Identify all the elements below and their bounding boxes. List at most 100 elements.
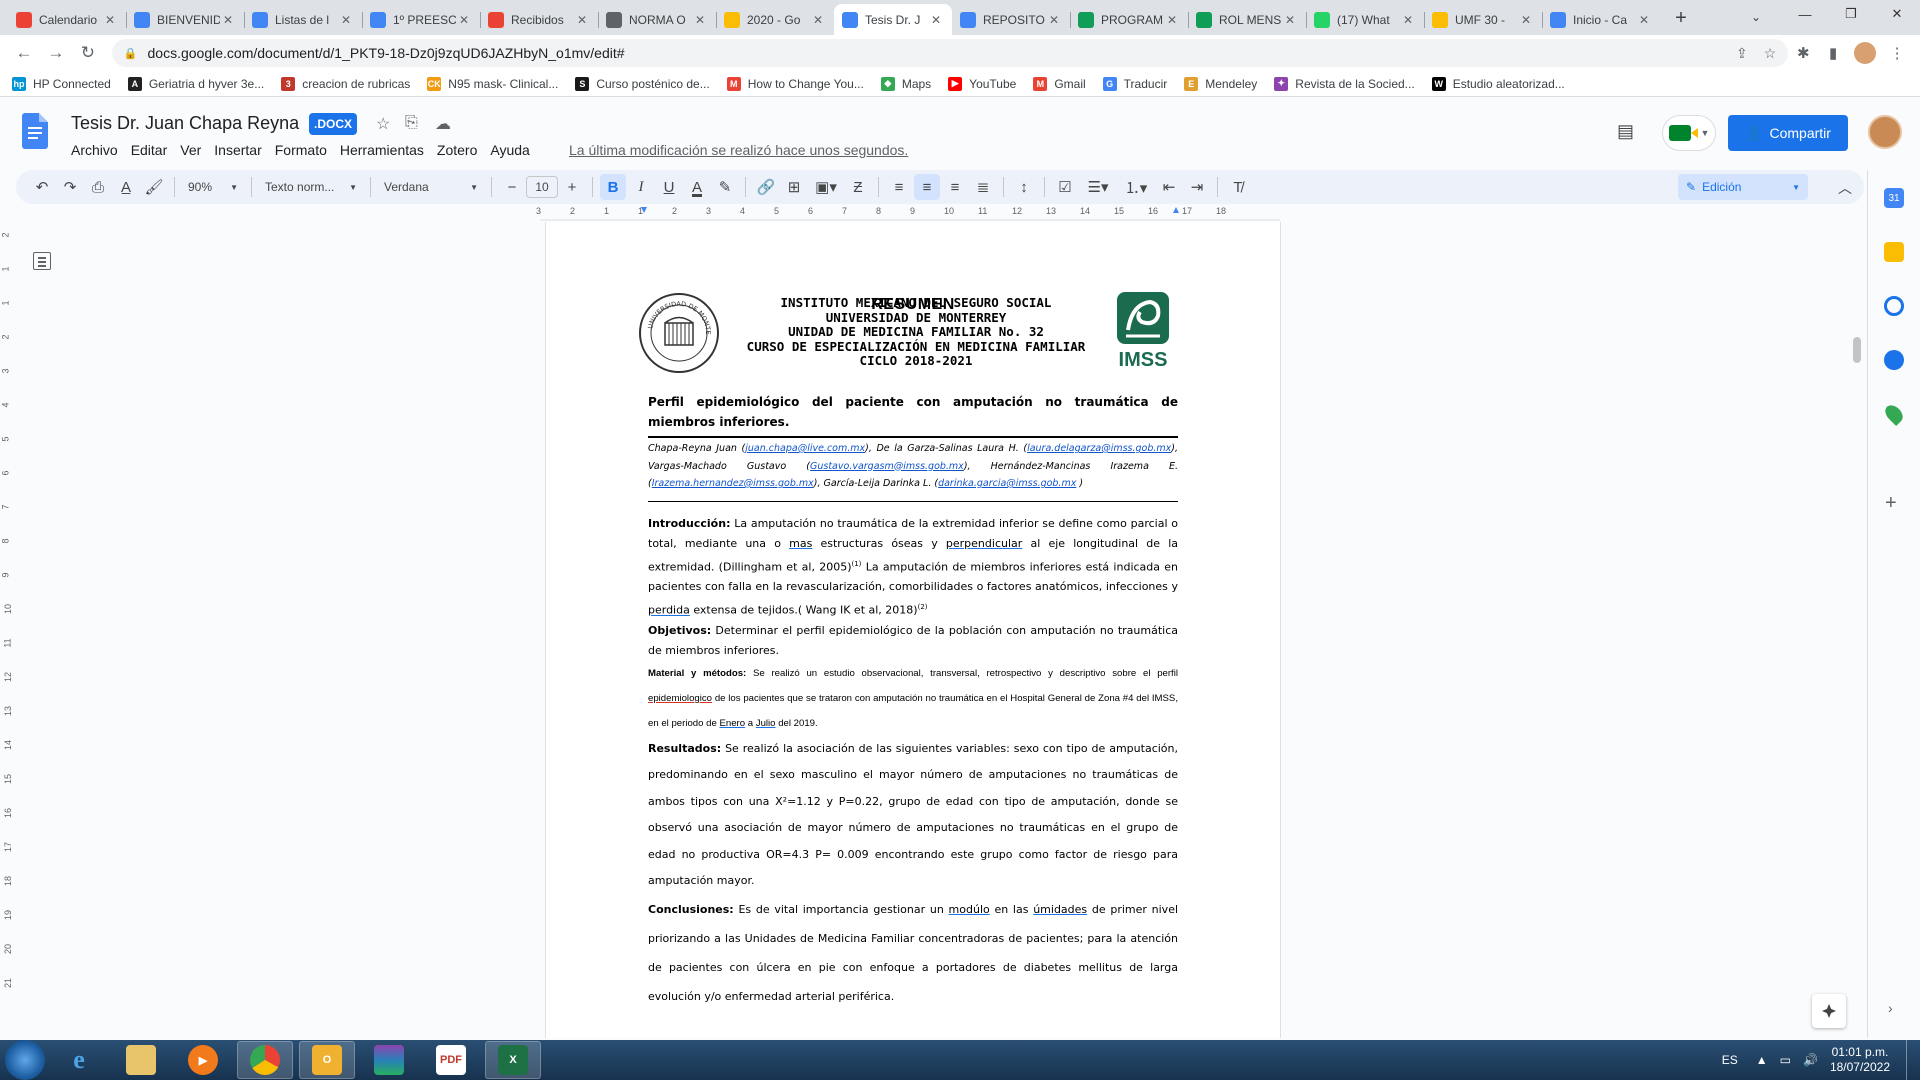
bookmark-item[interactable]: hp HP Connected — [12, 76, 111, 91]
cloud-status-icon[interactable]: ☁ — [435, 114, 451, 134]
share-button[interactable]: 👤 Compartir — [1728, 115, 1848, 151]
close-tab-icon[interactable]: ✕ — [338, 13, 354, 27]
calendar-icon[interactable]: 31 — [1884, 188, 1904, 208]
close-tab-icon[interactable]: ✕ — [810, 13, 826, 27]
bookmark-item[interactable]: 3 creacion de rubricas — [281, 76, 410, 91]
new-tab-button[interactable]: + — [1666, 3, 1696, 33]
font-select[interactable]: Verdana ▼ — [378, 174, 484, 200]
author-email-link[interactable]: darinka.garcia@imss.gob.mx — [938, 478, 1076, 489]
maps-icon[interactable] — [1881, 401, 1907, 427]
bulleted-list-icon[interactable]: ☰▾ — [1080, 174, 1116, 200]
menu-item[interactable]: Formato — [275, 142, 327, 158]
start-button[interactable] — [5, 1040, 45, 1080]
taskbar-winrar[interactable] — [361, 1041, 417, 1079]
close-tab-icon[interactable]: ✕ — [220, 13, 236, 27]
close-tab-icon[interactable]: ✕ — [456, 13, 472, 27]
increase-font-size-button[interactable]: + — [559, 174, 585, 200]
maximize-button[interactable]: ❐ — [1828, 0, 1874, 28]
menu-item[interactable]: Ayuda — [490, 142, 529, 158]
methods-paragraph[interactable]: Material y métodos: Se realizó un estudi… — [648, 661, 1178, 736]
vertical-ruler[interactable]: 2 1 1 2 3 4 5 6 7 8 9 10 11 12 13 14 15 16 17 18 19 20 21 — [0, 222, 14, 1038]
browser-tab[interactable]: REPOSITO ✕ — [952, 4, 1070, 35]
contacts-icon[interactable] — [1884, 350, 1904, 370]
document-page[interactable]: RESUMEN UNIVERSIDAD DE MONTERREY INSTITU… — [545, 222, 1281, 1038]
close-tab-icon[interactable]: ✕ — [1400, 13, 1416, 27]
bookmark-item[interactable]: W Estudio aleatorizad... — [1431, 76, 1565, 91]
tray-arrow-icon[interactable]: ▲ — [1756, 1053, 1768, 1067]
taskbar-media-player[interactable]: ▶ — [175, 1041, 231, 1079]
tab-search-icon[interactable]: ⌄ — [1742, 4, 1770, 30]
institution-line[interactable]: UNIVERSIDAD DE MONTERREY — [728, 310, 1104, 326]
author-email-link[interactable]: Irazema.hernandez@imss.gob.mx — [652, 478, 814, 489]
bookmark-item[interactable]: A Geriatria d hyver 3e... — [127, 76, 264, 91]
collapse-toolbar-icon[interactable]: ︿ — [1838, 178, 1852, 198]
conclusions-paragraph[interactable]: Conclusiones: Es de vital importancia ge… — [648, 895, 1178, 1011]
authors-block[interactable]: Chapa-Reyna Juan (juan.chapa@live.com.mx… — [648, 436, 1178, 502]
browser-tab[interactable]: BIENVENID ✕ — [126, 4, 244, 35]
editing-mode-select[interactable]: ✎ Edición ▼ — [1678, 174, 1808, 200]
line-spacing-icon[interactable]: ↕ — [1011, 174, 1037, 200]
numbered-list-icon[interactable]: ⒈▾ — [1118, 174, 1154, 200]
move-folder-icon[interactable]: ⎘ — [405, 114, 418, 132]
right-indent-marker[interactable] — [1173, 207, 1179, 213]
bookmark-item[interactable]: ✦ Revista de la Socied... — [1274, 76, 1415, 91]
volume-icon[interactable]: 🔊 — [1803, 1053, 1818, 1067]
grammar-flagged-word[interactable]: mas — [789, 537, 812, 550]
spellcheck-icon[interactable]: A̲ — [113, 174, 139, 200]
bookmark-star-icon[interactable]: ☆ — [1764, 45, 1777, 62]
side-panel-icon[interactable]: ▮ — [1818, 44, 1848, 62]
introduction-paragraph[interactable]: Introducción: La amputación no traumátic… — [648, 514, 1178, 621]
docs-logo-icon[interactable] — [22, 113, 48, 149]
browser-tab[interactable]: Listas de l ✕ — [244, 4, 362, 35]
author-email-link[interactable]: juan.chapa@live.com.mx — [745, 443, 865, 454]
network-icon[interactable]: ▭ — [1780, 1053, 1791, 1067]
highlight-icon[interactable]: ✎ — [712, 174, 738, 200]
language-indicator[interactable]: ES — [1722, 1053, 1738, 1067]
align-right-icon[interactable]: ≡ — [942, 174, 968, 200]
star-icon[interactable]: ☆ — [376, 114, 390, 134]
close-tab-icon[interactable]: ✕ — [928, 13, 944, 27]
forward-icon[interactable]: → — [40, 39, 72, 67]
grammar-flagged-word[interactable]: Julio — [756, 718, 776, 729]
browser-tab[interactable]: ROL MENS ✕ — [1188, 4, 1306, 35]
share-page-icon[interactable]: ⇪ — [1736, 45, 1748, 62]
institution-line[interactable]: UNIDAD DE MEDICINA FAMILIAR No. 32 — [728, 324, 1104, 340]
close-tab-icon[interactable]: ✕ — [1636, 13, 1652, 27]
zoom-select[interactable]: 90% ▼ — [182, 174, 244, 200]
increase-indent-icon[interactable]: ⇥ — [1184, 174, 1210, 200]
print-icon[interactable]: ⎙ — [85, 174, 111, 200]
clear-style-icon[interactable]: Ƶ — [845, 174, 871, 200]
close-window-button[interactable]: ✕ — [1874, 0, 1920, 28]
text-color-button[interactable]: A — [684, 174, 710, 200]
close-tab-icon[interactable]: ✕ — [574, 13, 590, 27]
lock-icon[interactable]: 🔒 — [124, 47, 138, 60]
spelling-flagged-word[interactable]: epidemiologico — [648, 693, 712, 704]
vertical-scrollbar-thumb[interactable] — [1853, 337, 1861, 363]
taskbar-internet-explorer[interactable]: e — [51, 1041, 107, 1079]
menu-item[interactable]: Editar — [131, 142, 168, 158]
browser-tab[interactable]: 1º PREESC ✕ — [362, 4, 480, 35]
institution-line[interactable]: CICLO 2018-2021 — [728, 353, 1104, 369]
clock[interactable]: 01:01 p.m. 18/07/2022 — [1830, 1045, 1890, 1075]
align-justify-icon[interactable]: ≣ — [970, 174, 996, 200]
institution-line[interactable]: CURSO DE ESPECIALIZACIÓN EN MEDICINA FAM… — [728, 339, 1104, 355]
style-select[interactable]: Texto norm... ▼ — [259, 174, 363, 200]
menu-item[interactable]: Zotero — [437, 142, 477, 158]
menu-item[interactable]: Ver — [180, 142, 201, 158]
close-tab-icon[interactable]: ✕ — [1282, 13, 1298, 27]
get-add-ons-icon[interactable]: + — [1885, 492, 1897, 515]
link-icon[interactable]: 🔗 — [753, 174, 779, 200]
address-bar[interactable]: 🔒 docs.google.com/document/d/1_PKT9-18-D… — [111, 39, 1789, 67]
url-text[interactable]: docs.google.com/document/d/1_PKT9-18-Dz0… — [148, 45, 1720, 61]
browser-tab[interactable]: 2020 - Go ✕ — [716, 4, 834, 35]
comment-history-icon[interactable]: ▤ — [1617, 121, 1634, 142]
taskbar-pdf-reader[interactable]: PDF — [423, 1041, 479, 1079]
clear-formatting-icon[interactable]: T̸ — [1225, 174, 1251, 200]
underline-button[interactable]: U — [656, 174, 682, 200]
undo-icon[interactable]: ↶ — [29, 174, 55, 200]
expand-panel-icon[interactable]: › — [1888, 1000, 1893, 1016]
bookmark-item[interactable]: ◆ Maps — [880, 76, 931, 91]
browser-tab[interactable]: NORMA O ✕ — [598, 4, 716, 35]
browser-tab[interactable]: (17) What ✕ — [1306, 4, 1424, 35]
redo-icon[interactable]: ↷ — [57, 174, 83, 200]
